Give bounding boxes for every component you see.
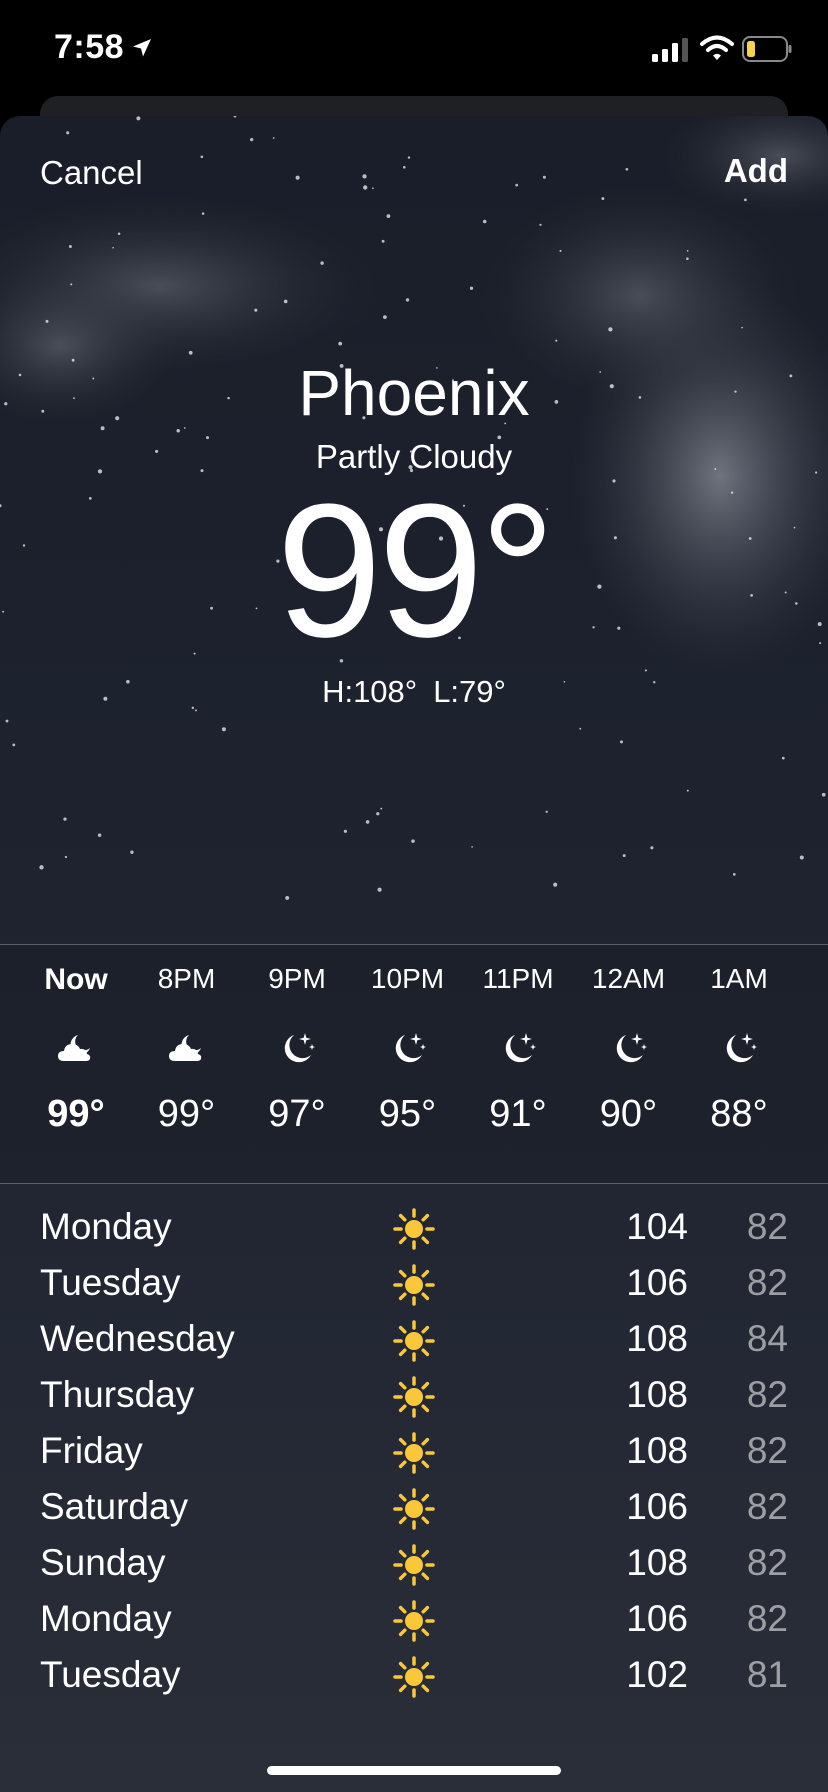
moon-stars-icon xyxy=(388,1029,428,1069)
day-high-temperature: 104 xyxy=(626,1206,688,1247)
day-low-temperature: 82 xyxy=(746,1486,788,1527)
daily-row: Saturday 106 82 xyxy=(0,1482,828,1538)
hourly-temperature: 95° xyxy=(378,1093,437,1135)
hourly-temperature: 99° xyxy=(47,1093,105,1135)
hourly-temperature: 90° xyxy=(599,1093,658,1135)
day-low-temperature: 82 xyxy=(746,1542,788,1583)
hourly-time: 9PM xyxy=(268,963,326,994)
day-low-temperature: 82 xyxy=(746,1262,788,1303)
day-high-temperature: 108 xyxy=(626,1430,688,1471)
moon-stars-icon xyxy=(277,1029,317,1069)
home-indicator[interactable] xyxy=(267,1766,561,1775)
day-low-temperature: 82 xyxy=(746,1430,788,1471)
hourly-time: 11PM xyxy=(482,963,554,994)
day-name: Sunday xyxy=(40,1542,166,1583)
daily-row: Monday 106 82 xyxy=(0,1594,828,1650)
day-high-temperature: 106 xyxy=(626,1486,688,1527)
day-name: Saturday xyxy=(40,1486,189,1527)
daily-row: Sunday 108 82 xyxy=(0,1538,828,1594)
hourly-time: 12AM xyxy=(591,963,666,994)
day-high-temperature: 108 xyxy=(626,1542,688,1583)
wifi-icon xyxy=(700,35,734,60)
hourly-temperature: 88° xyxy=(710,1093,768,1135)
day-name: Wednesday xyxy=(40,1318,235,1359)
moon-stars-icon xyxy=(498,1029,538,1069)
day-name: Friday xyxy=(40,1430,143,1471)
day-low-temperature: 82 xyxy=(746,1598,788,1639)
day-low-temperature: 82 xyxy=(746,1206,788,1247)
daily-row: Friday 108 82 xyxy=(0,1426,828,1482)
day-high-temperature: 102 xyxy=(626,1654,688,1695)
daily-row: Tuesday 106 82 xyxy=(0,1258,828,1314)
high-low-temperature: H:108° L:79° xyxy=(0,674,828,710)
hourly-temperature: 97° xyxy=(268,1093,326,1135)
sun-icon xyxy=(393,1488,435,1530)
sun-icon xyxy=(393,1320,435,1362)
weather-sheet: Cancel Add Phoenix Partly Cloudy 99° H:1… xyxy=(0,116,828,1792)
status-bar: 7:58 xyxy=(0,0,828,100)
current-temperature: 99° xyxy=(276,465,555,677)
daily-row: Wednesday 108 84 xyxy=(0,1314,828,1370)
day-high-temperature: 108 xyxy=(626,1374,688,1415)
sun-icon xyxy=(393,1432,435,1474)
day-high-temperature: 108 xyxy=(626,1318,688,1359)
daily-row: Monday 104 82 xyxy=(0,1202,828,1258)
sun-icon xyxy=(393,1208,435,1250)
cloud-moon-icon xyxy=(167,1029,207,1069)
cancel-button[interactable]: Cancel xyxy=(40,154,143,192)
hourly-forecast[interactable]: Now 99° 8PM 99° 9PM 97° 10PM 95° 11PM 91° 12AM 90° 1… xyxy=(0,944,828,1184)
hourly-temperature: 91° xyxy=(489,1093,547,1135)
add-button[interactable]: Add xyxy=(724,152,788,190)
daily-row: Thursday 108 82 xyxy=(0,1370,828,1426)
day-high-temperature: 106 xyxy=(626,1598,688,1639)
hourly-temperature: 99° xyxy=(157,1093,216,1135)
city-name: Phoenix xyxy=(298,357,530,429)
day-name: Tuesday xyxy=(40,1262,181,1303)
hourly-time: 10PM xyxy=(370,963,445,994)
sun-icon xyxy=(393,1656,435,1698)
high-temperature: H:108° xyxy=(322,674,418,709)
hourly-time: 8PM xyxy=(157,963,216,994)
hourly-time: 1AM xyxy=(710,963,768,994)
day-name: Monday xyxy=(40,1206,172,1247)
moon-stars-icon xyxy=(719,1029,759,1069)
day-name: Thursday xyxy=(40,1374,195,1415)
day-low-temperature: 82 xyxy=(746,1374,788,1415)
day-name: Tuesday xyxy=(40,1654,181,1695)
location-arrow-icon xyxy=(133,39,151,57)
low-temperature: L:79° xyxy=(433,674,506,709)
sun-icon xyxy=(393,1600,435,1642)
day-name: Monday xyxy=(40,1598,172,1639)
daily-row: Tuesday 102 81 xyxy=(0,1650,828,1706)
day-high-temperature: 106 xyxy=(626,1262,688,1303)
sun-icon xyxy=(393,1376,435,1418)
day-low-temperature: 84 xyxy=(746,1318,788,1359)
status-time: 7:58 xyxy=(54,28,125,66)
sun-icon xyxy=(393,1264,435,1306)
moon-stars-icon xyxy=(609,1029,649,1069)
sun-icon xyxy=(393,1544,435,1586)
cellular-signal-icon xyxy=(652,38,688,62)
battery-low-icon xyxy=(742,36,792,62)
day-low-temperature: 81 xyxy=(746,1654,788,1695)
cloud-moon-icon xyxy=(56,1029,96,1069)
hourly-time: Now xyxy=(44,963,108,996)
